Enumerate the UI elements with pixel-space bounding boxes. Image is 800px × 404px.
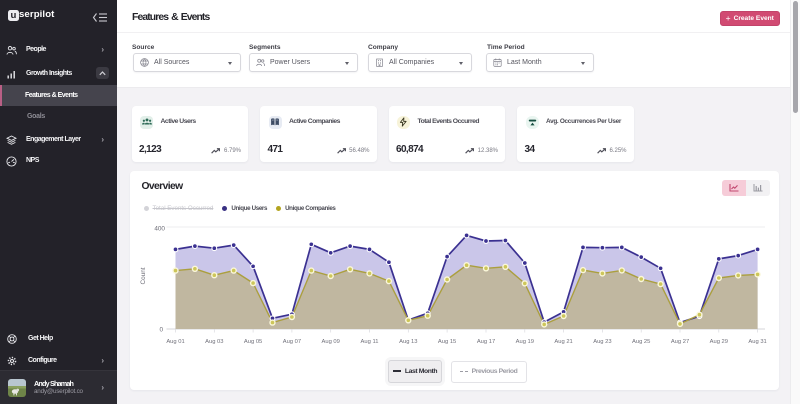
svg-text:Aug 03: Aug 03 [205, 338, 223, 344]
svg-text:Aug 07: Aug 07 [283, 338, 301, 344]
svg-text:Aug 13: Aug 13 [399, 338, 417, 344]
svg-text:Aug 31: Aug 31 [748, 338, 766, 344]
svg-text:Aug 19: Aug 19 [516, 338, 534, 344]
svg-text:400: 400 [154, 225, 165, 232]
svg-text:Aug 09: Aug 09 [322, 338, 340, 344]
svg-text:Aug 29: Aug 29 [710, 338, 728, 344]
svg-text:Aug 21: Aug 21 [554, 338, 572, 344]
svg-text:Count: Count [140, 267, 147, 284]
svg-text:Aug 01: Aug 01 [166, 338, 184, 344]
svg-text:Aug 17: Aug 17 [477, 338, 495, 344]
svg-text:Aug 11: Aug 11 [361, 338, 379, 344]
svg-text:Aug 27: Aug 27 [671, 338, 689, 344]
svg-text:Aug 15: Aug 15 [438, 338, 456, 344]
svg-text:Aug 25: Aug 25 [632, 338, 650, 344]
svg-text:Aug 05: Aug 05 [244, 338, 262, 344]
svg-text:0: 0 [159, 326, 163, 333]
svg-text:Aug 23: Aug 23 [593, 338, 611, 344]
